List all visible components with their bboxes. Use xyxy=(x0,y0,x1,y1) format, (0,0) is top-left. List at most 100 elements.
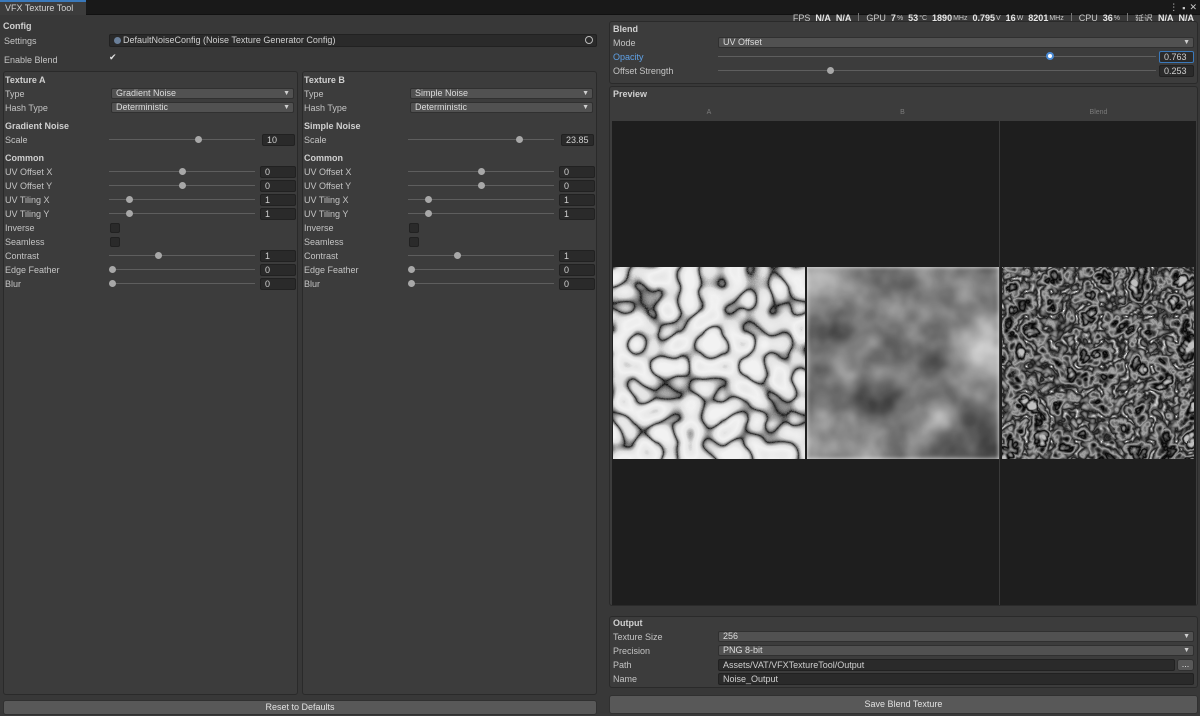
chevron-down-icon: ▼ xyxy=(1183,647,1190,654)
tex-b-blur-slider-thumb[interactable] xyxy=(408,280,415,287)
tex-a-blur-slider-thumb[interactable] xyxy=(109,280,116,287)
texture-b-panel xyxy=(302,71,597,695)
tex-b-contrast-slider-thumb[interactable] xyxy=(454,252,461,259)
tex-b-edge-feather-slider-thumb[interactable] xyxy=(408,266,415,273)
browse-button[interactable]: ... xyxy=(1177,659,1194,671)
tex-b-uv-tiling-x-label: UV Tiling X xyxy=(304,195,349,205)
tex-b-scale-field[interactable]: 23.85 xyxy=(561,134,594,146)
tex-a-uv-offset-x-field[interactable]: 0 xyxy=(260,166,296,178)
opacity-slider-track[interactable] xyxy=(718,56,1156,57)
tex-a-scale-slider-thumb[interactable] xyxy=(195,136,202,143)
name-field[interactable]: Noise_Output xyxy=(718,673,1194,685)
enable-blend-checkbox[interactable]: ✔ xyxy=(109,53,117,62)
tex-b-scale-slider-track[interactable] xyxy=(408,139,554,140)
tex-a-uv-tiling-x-label: UV Tiling X xyxy=(5,195,50,205)
tex-b-uv-offset-x-field[interactable]: 0 xyxy=(559,166,595,178)
tex-a-hash-type-dropdown-value: Deterministic xyxy=(116,102,169,112)
offset-strength-slider-thumb[interactable] xyxy=(827,67,834,74)
tex-a-scale-field[interactable]: 10 xyxy=(262,134,295,146)
tex-a-blur-field[interactable]: 0 xyxy=(260,278,296,290)
offset-strength-slider-track[interactable] xyxy=(718,70,1156,71)
preview-col-blend: Blend xyxy=(1089,109,1108,116)
tex-a-uv-tiling-x-slider-thumb[interactable] xyxy=(126,196,133,203)
tex-a-edge-feather-slider-thumb[interactable] xyxy=(109,266,116,273)
chevron-down-icon: ▼ xyxy=(1183,39,1190,46)
tex-a-uv-offset-y-slider-thumb[interactable] xyxy=(179,182,186,189)
tex-a-inverse-checkbox[interactable] xyxy=(110,223,120,233)
tex-a-hash-type-dropdown[interactable]: Deterministic ▼ xyxy=(111,102,294,113)
tex-a-uv-tiling-x-field[interactable]: 1 xyxy=(260,194,296,206)
tab-vfx-texture-tool[interactable]: VFX Texture Tool xyxy=(0,0,86,15)
tex-b-hash-type-dropdown[interactable]: Deterministic ▼ xyxy=(410,102,593,113)
settings-object-field[interactable]: DefaultNoiseConfig (Noise Texture Genera… xyxy=(109,34,597,47)
tex-b-contrast-slider-track[interactable] xyxy=(408,255,554,256)
tex-a-type-dropdown[interactable]: Gradient Noise ▼ xyxy=(111,88,294,99)
settings-value: DefaultNoiseConfig (Noise Texture Genera… xyxy=(123,35,336,45)
tex-b-edge-feather-field[interactable]: 0 xyxy=(559,264,595,276)
tex-b-uv-offset-y-field[interactable]: 0 xyxy=(559,180,595,192)
tex-a-uv-offset-x-slider-thumb[interactable] xyxy=(179,168,186,175)
chevron-down-icon: ▼ xyxy=(1183,633,1190,640)
tex-b-scale-slider-thumb[interactable] xyxy=(516,136,523,143)
noise-preview-blend xyxy=(1002,267,1194,459)
mode-dropdown[interactable]: UV Offset ▼ xyxy=(718,37,1194,48)
tex-a-seamless-label: Seamless xyxy=(5,237,45,247)
tex-a-uv-tiling-y-slider-thumb[interactable] xyxy=(126,210,133,217)
tex-a-type-dropdown-value: Gradient Noise xyxy=(116,88,177,98)
enable-blend-label: Enable Blend xyxy=(4,55,58,65)
tex-a-contrast-field[interactable]: 1 xyxy=(260,250,296,262)
opacity-slider-thumb[interactable] xyxy=(1046,52,1054,60)
precision-dropdown[interactable]: PNG 8-bit ▼ xyxy=(718,645,1194,656)
tex-b-uv-tiling-x-slider-thumb[interactable] xyxy=(425,196,432,203)
tex-b-contrast-field[interactable]: 1 xyxy=(559,250,595,262)
tex-b-type-dropdown[interactable]: Simple Noise ▼ xyxy=(410,88,593,99)
tex-a-inverse-label: Inverse xyxy=(5,223,35,233)
tex-a-scale-slider-track[interactable] xyxy=(109,139,255,140)
tex-b-uv-tiling-y-label: UV Tiling Y xyxy=(304,209,349,219)
tex-a-blur-slider-track[interactable] xyxy=(109,283,255,284)
tex-b-uv-offset-x-slider-thumb[interactable] xyxy=(478,168,485,175)
chevron-down-icon: ▼ xyxy=(582,90,589,97)
preview-col-a: A xyxy=(706,109,712,116)
tex-b-uv-tiling-y-slider-thumb[interactable] xyxy=(425,210,432,217)
tex-b-edge-feather-slider-track[interactable] xyxy=(408,269,554,270)
config-header: Config xyxy=(3,21,32,31)
tex-a-uv-tiling-y-field[interactable]: 1 xyxy=(260,208,296,220)
config-asset-icon xyxy=(114,37,121,44)
texture-size-dropdown[interactable]: 256 ▼ xyxy=(718,631,1194,642)
tex-a-contrast-slider-thumb[interactable] xyxy=(155,252,162,259)
tex-a-edge-feather-slider-track[interactable] xyxy=(109,269,255,270)
tex-b-uv-tiling-y-field[interactable]: 1 xyxy=(559,208,595,220)
tex-a-contrast-slider-track[interactable] xyxy=(109,255,255,256)
tex-b-uv-offset-x-label: UV Offset X xyxy=(304,167,352,177)
tex-a-type-label: Type xyxy=(5,89,25,99)
tex-a-uv-offset-y-field[interactable]: 0 xyxy=(260,180,296,192)
tex-b-contrast-label: Contrast xyxy=(304,251,339,261)
offset-strength-label: Offset Strength xyxy=(613,66,674,76)
tex-a-uv-tiling-y-label: UV Tiling Y xyxy=(5,209,50,219)
reset-to-defaults-button[interactable]: Reset to Defaults xyxy=(3,700,597,715)
name-label: Name xyxy=(613,674,638,684)
opacity-label: Opacity xyxy=(613,52,644,62)
opacity-field[interactable]: 0.763 xyxy=(1159,51,1194,63)
tex-b-type-label: Type xyxy=(304,89,324,99)
tex-a-edge-feather-field[interactable]: 0 xyxy=(260,264,296,276)
tex-b-inverse-checkbox[interactable] xyxy=(409,223,419,233)
texture-size-value: 256 xyxy=(723,631,739,641)
tex-a-scale-label: Scale xyxy=(5,135,28,145)
tex-b-scale-label: Scale xyxy=(304,135,327,145)
object-picker-icon[interactable] xyxy=(585,36,593,44)
tex-b-blur-slider-track[interactable] xyxy=(408,283,554,284)
tex-b-uv-tiling-x-field[interactable]: 1 xyxy=(559,194,595,206)
tex-a-seamless-checkbox[interactable] xyxy=(110,237,120,247)
tex-b-uv-offset-y-slider-thumb[interactable] xyxy=(478,182,485,189)
tex-b-seamless-checkbox[interactable] xyxy=(409,237,419,247)
tex-b-common-header: Common xyxy=(304,153,343,163)
offset-strength-field[interactable]: 0.253 xyxy=(1159,65,1194,77)
tex-b-blur-field[interactable]: 0 xyxy=(559,278,595,290)
output-header: Output xyxy=(613,618,643,628)
tex-b-uv-offset-y-label: UV Offset Y xyxy=(304,181,352,191)
tex-b-header: Texture B xyxy=(304,75,345,85)
save-blend-texture-button[interactable]: Save Blend Texture xyxy=(609,695,1198,714)
path-field[interactable]: Assets/VAT/VFXTextureTool/Output xyxy=(718,659,1175,671)
